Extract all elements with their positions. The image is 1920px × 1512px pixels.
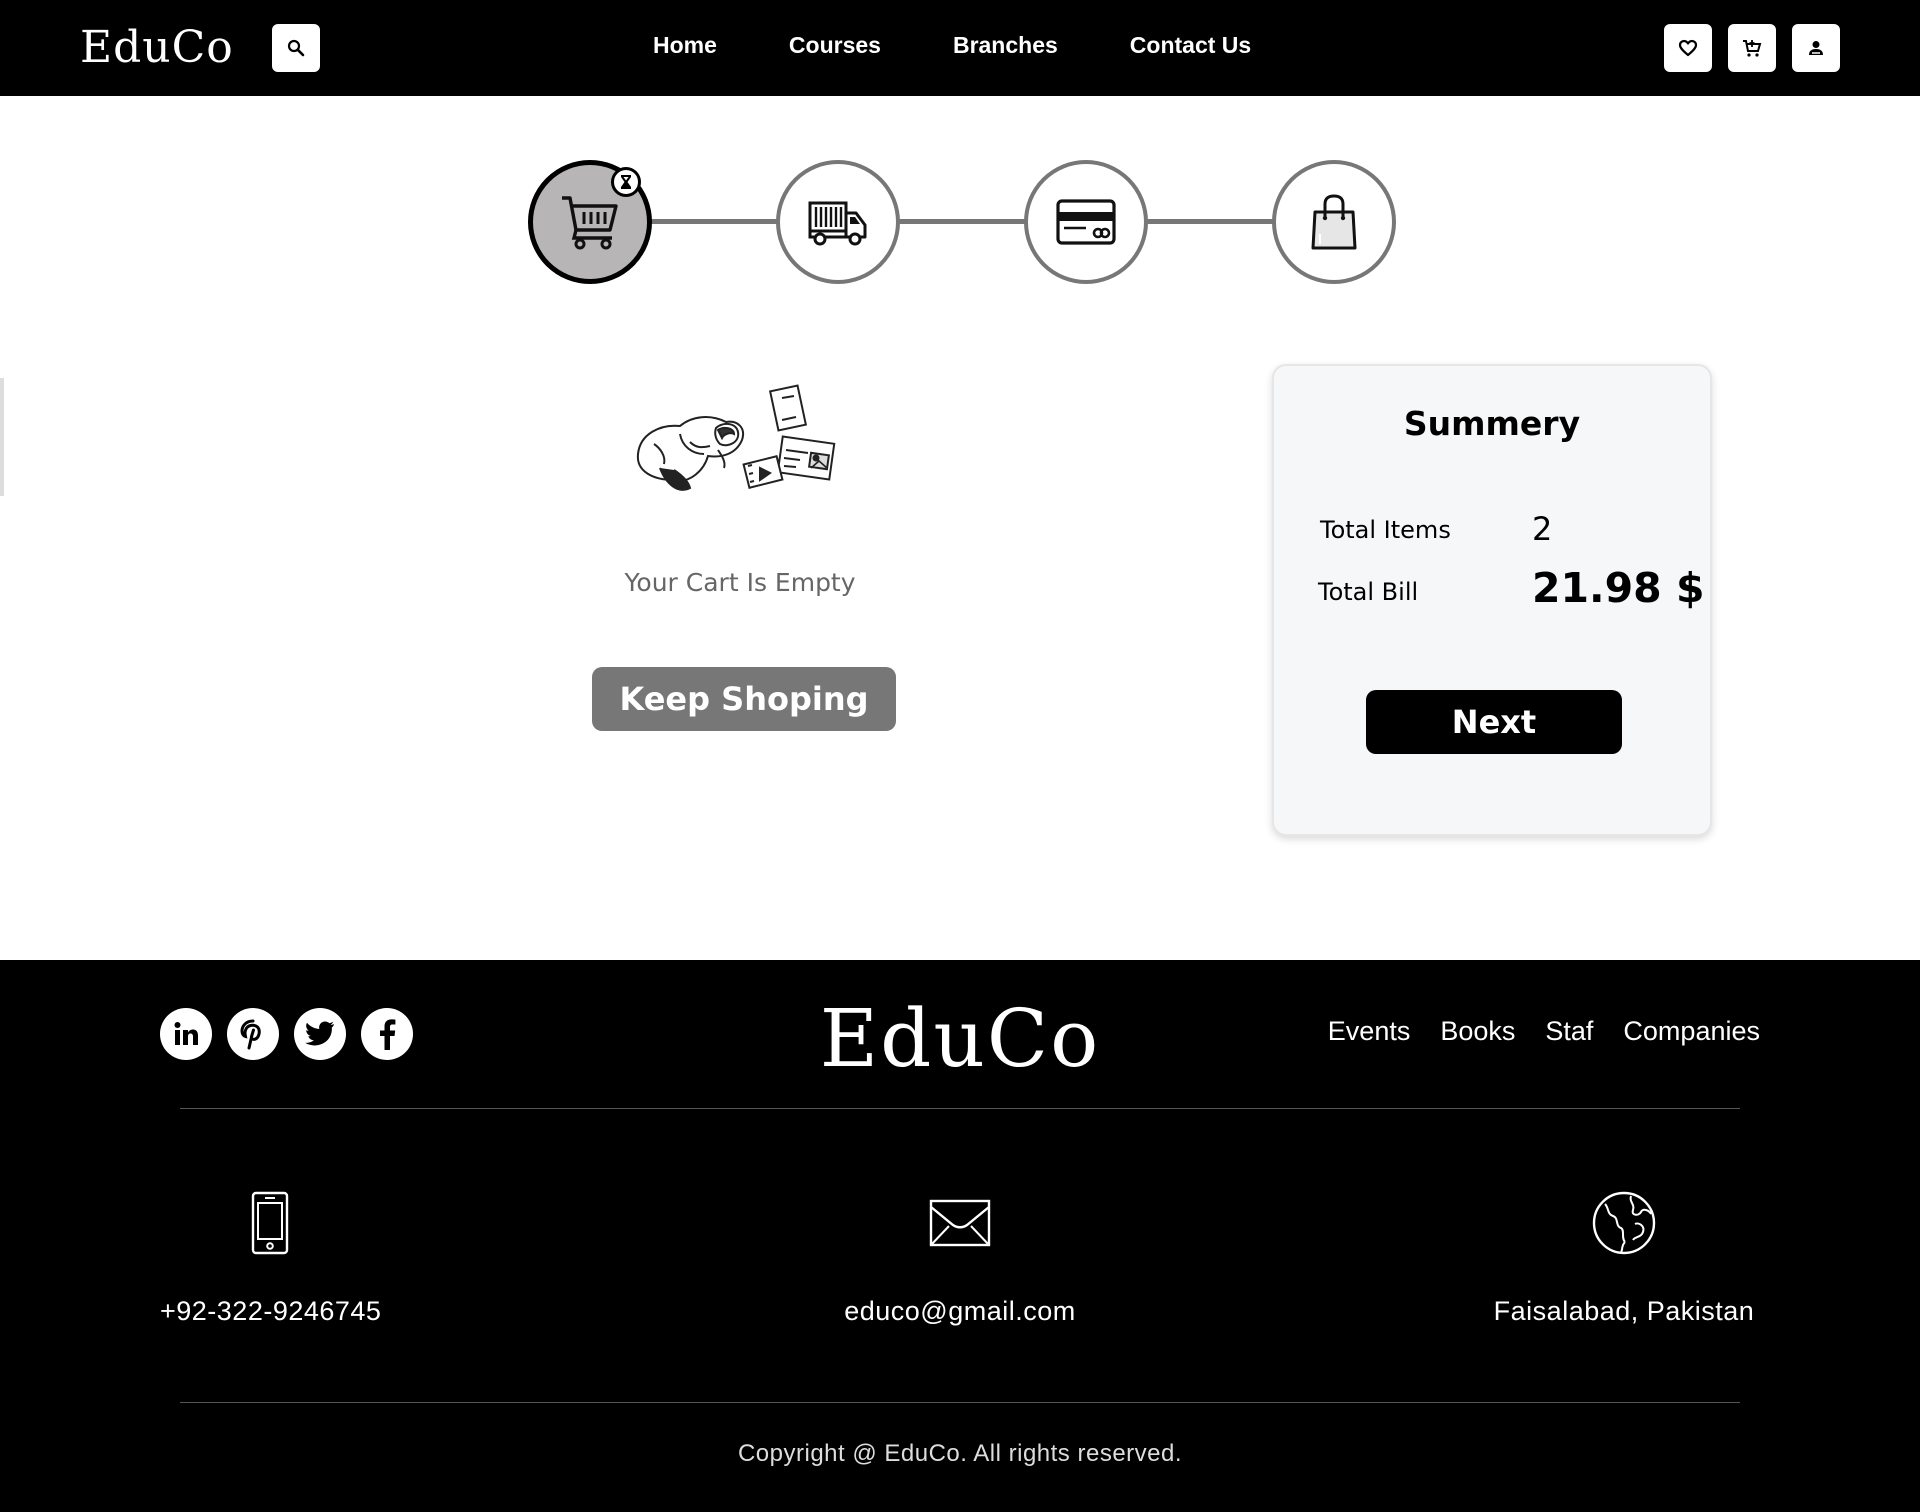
contact-phone: +92-322-9246745	[160, 1188, 381, 1327]
step-payment[interactable]	[1024, 160, 1148, 284]
step-status-badge	[611, 167, 641, 197]
footer-link-events[interactable]: Events	[1328, 1016, 1411, 1047]
contact-email: educo@gmail.com	[830, 1188, 1090, 1327]
footer-link-staf[interactable]: Staf	[1545, 1016, 1593, 1047]
footer-divider	[180, 1108, 1740, 1109]
step-confirm[interactable]	[1272, 160, 1396, 284]
user-icon	[1809, 41, 1823, 55]
search-button[interactable]	[272, 24, 320, 72]
nav-contact-us[interactable]: Contact Us	[1130, 32, 1251, 59]
globe-icon	[1592, 1191, 1656, 1255]
side-tab	[0, 378, 4, 496]
nav-home[interactable]: Home	[653, 32, 717, 59]
phone-icon	[251, 1191, 289, 1255]
credit-card-icon	[1056, 199, 1116, 245]
total-bill-label: Total Bill	[1318, 578, 1419, 606]
cart-button[interactable]	[1728, 24, 1776, 72]
header-actions	[1664, 24, 1840, 72]
shopping-bag-icon	[1311, 194, 1357, 250]
footer-link-companies[interactable]: Companies	[1623, 1016, 1760, 1047]
footer-divider	[180, 1402, 1740, 1403]
main-nav: Home Courses Branches Contact Us	[653, 32, 1251, 59]
stepper-connector	[896, 219, 1028, 224]
nav-courses[interactable]: Courses	[789, 32, 881, 59]
step-cart[interactable]	[528, 160, 652, 284]
copyright-text: Copyright @ EduCo. All rights reserved.	[737, 1440, 1183, 1467]
order-summary-card: Summery Total Items 2 Total Bill 21.98 $…	[1272, 364, 1712, 836]
footer: EduCo Events Books Staf Companies +92-32…	[0, 960, 1920, 1512]
email-address[interactable]: educo@gmail.com	[830, 1296, 1090, 1327]
total-bill-value: 21.98 $	[1532, 564, 1705, 612]
next-button[interactable]: Next	[1366, 690, 1622, 754]
truck-icon	[808, 201, 867, 246]
account-button[interactable]	[1792, 24, 1840, 72]
search-icon	[287, 39, 305, 57]
empty-cart-illustration	[636, 384, 836, 491]
footer-link-books[interactable]: Books	[1440, 1016, 1515, 1047]
stepper-connector	[1144, 219, 1276, 224]
phone-number[interactable]: +92-322-9246745	[160, 1296, 381, 1327]
location-text: Faisalabad, Pakistan	[1493, 1296, 1755, 1326]
cart-icon	[1743, 40, 1762, 57]
cart-icon	[562, 196, 618, 250]
contact-location: Faisalabad, Pakistan	[1488, 1188, 1760, 1327]
empty-cart-message: Your Cart Is Empty	[624, 568, 856, 597]
logo[interactable]: EduCo	[80, 22, 234, 73]
step-shipping[interactable]	[776, 160, 900, 284]
footer-links: Events Books Staf Companies	[1328, 1016, 1760, 1047]
top-navbar: EduCo Home Courses Branches Contact Us	[0, 0, 1920, 96]
checkout-stepper	[528, 160, 1396, 284]
total-items-label: Total Items	[1320, 516, 1451, 544]
stepper-connector	[648, 219, 780, 224]
keep-shopping-button[interactable]: Keep Shoping	[592, 667, 896, 731]
nav-branches[interactable]: Branches	[953, 32, 1058, 59]
envelope-icon	[929, 1199, 991, 1247]
heart-icon	[1678, 39, 1698, 57]
hourglass-icon	[621, 175, 631, 189]
summary-title: Summery	[1403, 404, 1581, 443]
wishlist-button[interactable]	[1664, 24, 1712, 72]
total-items-value: 2	[1532, 510, 1553, 548]
